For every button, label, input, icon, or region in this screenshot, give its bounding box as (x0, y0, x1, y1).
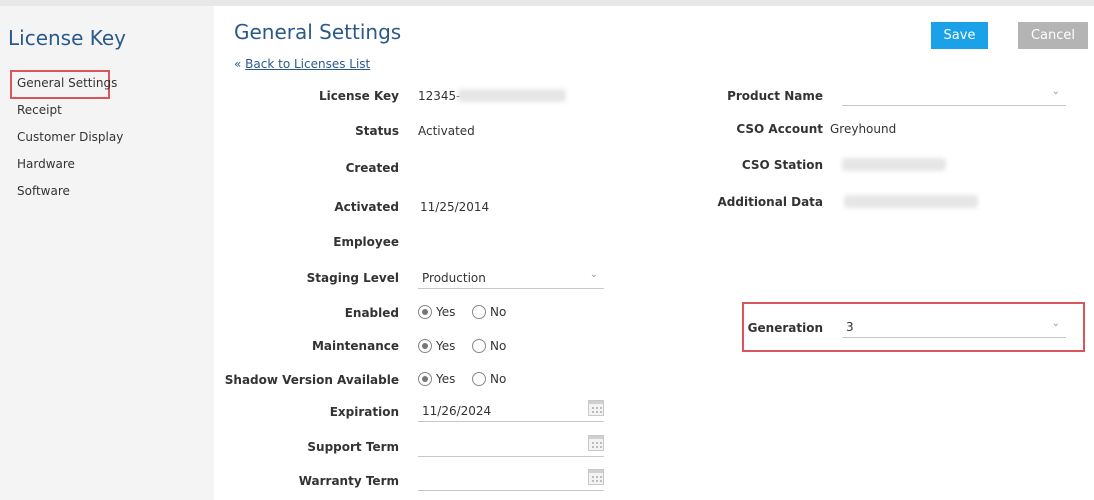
cso-station-redaction (842, 158, 946, 171)
license-key-redaction (458, 89, 566, 102)
calendar-icon[interactable] (588, 469, 604, 485)
warranty-term-label: Warranty Term (298, 474, 399, 488)
page-title: General Settings (234, 20, 402, 44)
enabled-no-label: No (490, 305, 507, 319)
support-term-label: Support Term (307, 440, 399, 454)
cso-account-value: Greyhound (830, 122, 897, 136)
sidebar-item-customer-display[interactable]: Customer Display (17, 130, 123, 144)
created-label: Created (345, 161, 399, 175)
maintenance-radio-group: Yes No (418, 339, 518, 355)
chevron-down-icon: ⌄ (1051, 86, 1060, 97)
cancel-button[interactable]: Cancel (1018, 22, 1088, 49)
back-link[interactable]: « Back to Licenses List (234, 57, 370, 71)
enabled-yes-radio[interactable] (418, 305, 432, 319)
generation-value: 3 (846, 320, 854, 334)
enabled-radio-group: Yes No (418, 305, 518, 321)
sidebar-item-hardware[interactable]: Hardware (17, 157, 75, 171)
shadow-version-yes-label: Yes (436, 372, 456, 386)
product-name-select[interactable]: ⌄ (842, 86, 1066, 106)
generation-select[interactable]: 3 ⌄ (842, 318, 1066, 338)
status-label: Status (355, 124, 399, 138)
activated-label: Activated (334, 200, 399, 214)
generation-label: Generation (747, 321, 823, 335)
chevron-down-icon: ⌄ (589, 269, 598, 280)
shadow-version-no-label: No (490, 372, 507, 386)
double-chevron-left-icon: « (234, 57, 242, 71)
shadow-version-label: Shadow Version Available (224, 373, 399, 387)
enabled-yes-label: Yes (436, 305, 456, 319)
shadow-version-no-radio[interactable] (472, 372, 486, 386)
support-term-input[interactable] (418, 435, 604, 457)
maintenance-label: Maintenance (311, 339, 399, 353)
maintenance-yes-label: Yes (436, 339, 456, 353)
sidebar-title: License Key (8, 26, 127, 50)
cso-account-label: CSO Account (736, 122, 823, 136)
maintenance-no-label: No (490, 339, 507, 353)
shadow-version-radio-group: Yes No (418, 372, 518, 388)
save-button[interactable]: Save (931, 22, 988, 49)
license-key-label: License Key (318, 89, 399, 103)
license-key-value: 12345- (418, 89, 461, 103)
status-value: Activated (418, 124, 475, 138)
cso-station-label: CSO Station (741, 158, 823, 172)
sidebar-item-receipt[interactable]: Receipt (17, 103, 62, 117)
calendar-icon[interactable] (588, 435, 604, 451)
enabled-label: Enabled (344, 306, 399, 320)
additional-data-label: Additional Data (717, 195, 824, 209)
maintenance-yes-radio[interactable] (418, 339, 432, 353)
back-link-label[interactable]: Back to Licenses List (245, 57, 370, 71)
calendar-icon[interactable] (588, 400, 604, 416)
staging-level-label: Staging Level (306, 271, 399, 285)
shadow-version-yes-radio[interactable] (418, 372, 432, 386)
warranty-term-input[interactable] (418, 469, 604, 491)
employee-label: Employee (333, 235, 399, 249)
maintenance-no-radio[interactable] (472, 339, 486, 353)
staging-level-select[interactable]: Production ⌄ (418, 269, 604, 289)
activated-value: 11/25/2014 (420, 200, 490, 214)
expiration-date-input[interactable]: 11/26/2024 (418, 400, 604, 422)
expiration-label: Expiration (329, 405, 399, 419)
staging-level-value: Production (422, 271, 486, 285)
sidebar: License Key General Settings Receipt Cus… (0, 6, 214, 500)
additional-data-redaction (844, 195, 978, 208)
enabled-no-radio[interactable] (472, 305, 486, 319)
sidebar-item-software[interactable]: Software (17, 184, 70, 198)
sidebar-item-general-settings[interactable]: General Settings (17, 76, 117, 90)
product-name-label: Product Name (727, 89, 823, 103)
chevron-down-icon: ⌄ (1051, 318, 1060, 329)
expiration-value: 11/26/2024 (422, 404, 492, 418)
